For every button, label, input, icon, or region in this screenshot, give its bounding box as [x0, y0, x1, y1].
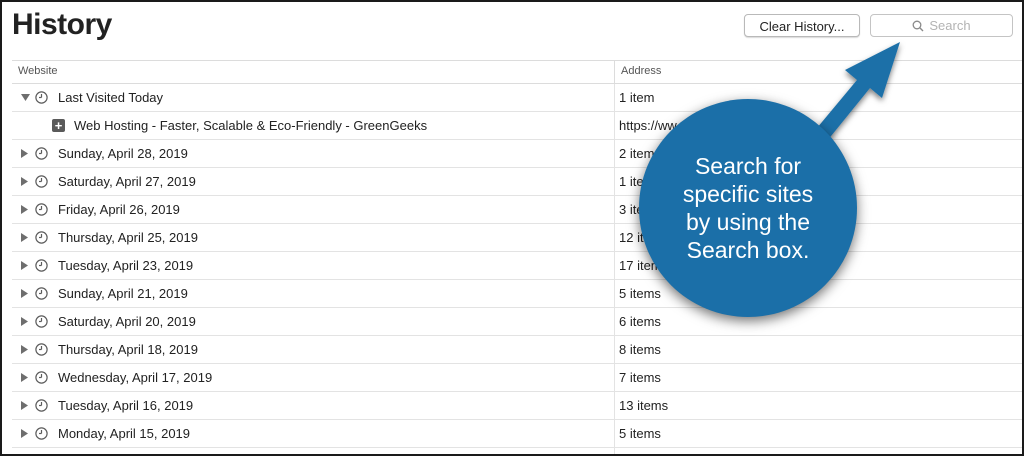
history-window: History Clear History... Search Website … — [0, 0, 1024, 456]
callout-bubble: Search for specific sites by using the S… — [639, 99, 857, 317]
pointer-arrow-icon — [797, 42, 900, 162]
callout-text: Search for specific sites by using the S… — [682, 153, 814, 263]
